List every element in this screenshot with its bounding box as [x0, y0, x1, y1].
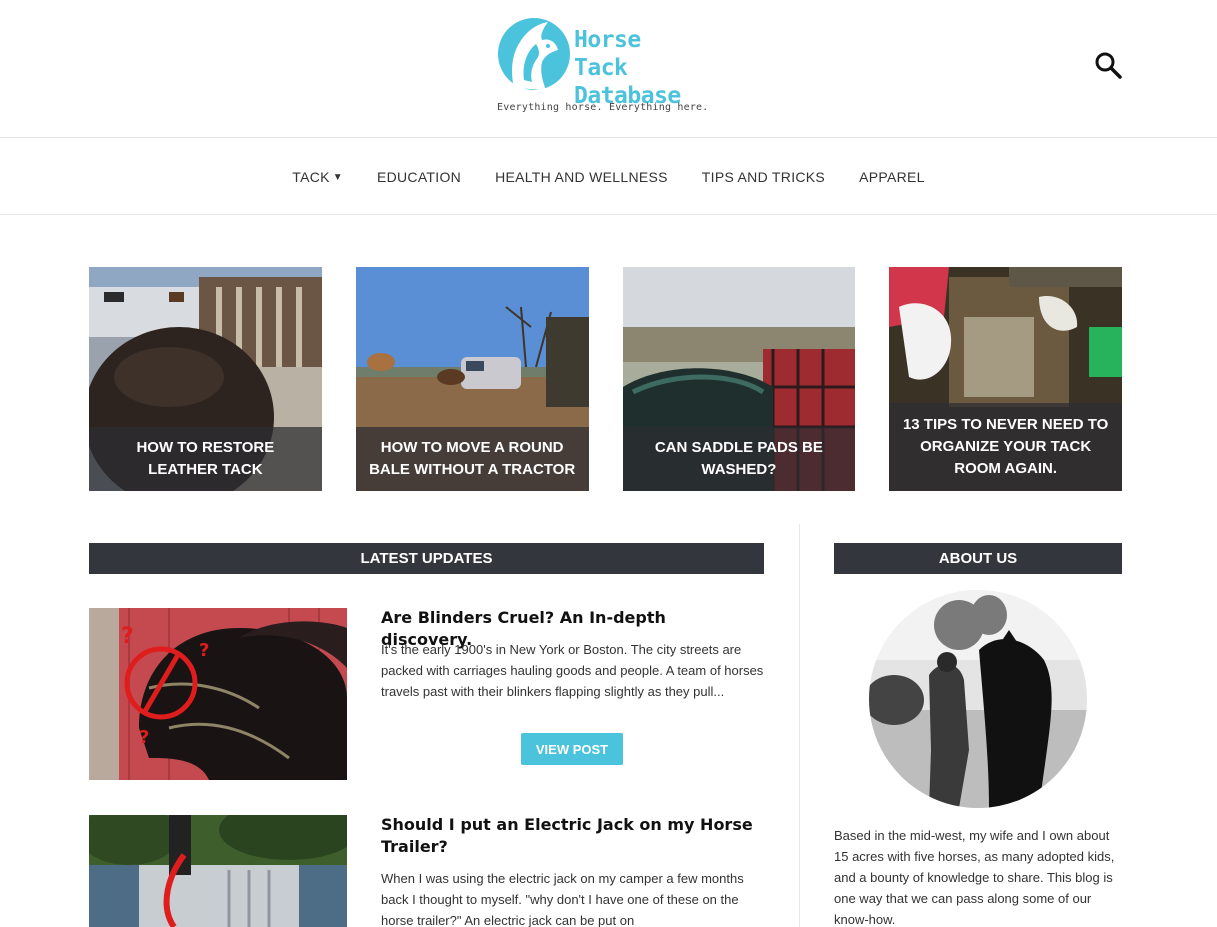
post-image-electric-jack [89, 815, 347, 927]
post-excerpt: It's the early 1900's in New York or Bos… [381, 642, 764, 699]
post-thumbnail-electric-jack[interactable] [89, 815, 347, 927]
featured-posts: HOW TO RESTORE LEATHER TACK HOW TO MOVE … [89, 267, 1122, 491]
latest-updates-heading: LATEST UPDATES [89, 543, 764, 574]
post-title[interactable]: Should I put an Electric Jack on my Hors… [381, 814, 761, 858]
search-button[interactable] [1093, 50, 1123, 80]
card-title: HOW TO RESTORE LEATHER TACK [89, 427, 322, 491]
horse-head-icon [498, 18, 570, 90]
main-nav: TACK ▼ EDUCATION HEALTH AND WELLNESS TIP… [0, 139, 1217, 215]
about-us-heading: ABOUT US [834, 543, 1122, 574]
nav-item-label: TACK [292, 169, 330, 185]
post-excerpt: When I was using the electric jack on my… [381, 871, 744, 927]
nav-item-label: TIPS AND TRICKS [701, 169, 826, 185]
nav-item-tips-and-tricks[interactable]: TIPS AND TRICKS [702, 169, 825, 185]
logo-title-line1: Horse Tack [574, 27, 641, 81]
post-image-blinders: ? ? ? [89, 608, 347, 780]
nav-item-health-and-wellness[interactable]: HEALTH AND WELLNESS [495, 169, 668, 185]
column-divider [799, 524, 800, 927]
svg-text:?: ? [139, 727, 149, 748]
about-text: Based in the mid-west, my wife and I own… [834, 828, 1115, 927]
card-title: CAN SADDLE PADS BE WASHED? [622, 427, 856, 491]
view-post-button[interactable]: VIEW POST [521, 733, 623, 765]
nav-item-tack[interactable]: TACK ▼ [292, 169, 343, 185]
featured-card[interactable]: HOW TO MOVE A ROUND BALE WITHOUT A TRACT… [355, 267, 589, 491]
about-image-man-with-horse [869, 590, 1087, 808]
nav-item-education[interactable]: EDUCATION [377, 169, 461, 185]
featured-card[interactable]: 13 TIPS TO NEVER NEED TO ORGANIZE YOUR T… [889, 267, 1122, 491]
svg-text:?: ? [121, 624, 134, 649]
featured-card[interactable]: CAN SADDLE PADS BE WASHED? [622, 267, 856, 491]
logo-title: Horse Tack Database [574, 26, 706, 110]
svg-text:?: ? [199, 640, 209, 661]
nav-item-apparel[interactable]: APPAREL [859, 169, 925, 185]
caret-down-icon: ▼ [332, 171, 343, 183]
nav-item-label: HEALTH AND WELLNESS [495, 169, 668, 185]
card-title: HOW TO MOVE A ROUND BALE WITHOUT A TRACT… [355, 427, 589, 491]
site-header: Horse Tack Database Everything horse. Ev… [0, 0, 1217, 138]
featured-card[interactable]: HOW TO RESTORE LEATHER TACK [89, 267, 322, 491]
nav-item-label: APPAREL [859, 169, 925, 185]
site-tagline: Everything horse. Everything here. [497, 102, 709, 113]
post-thumbnail-blinders[interactable]: ? ? ? [89, 608, 347, 780]
site-logo[interactable]: Horse Tack Database Everything horse. Ev… [496, 10, 709, 120]
about-photo [869, 590, 1087, 808]
nav-item-label: EDUCATION [376, 169, 462, 185]
search-icon [1095, 52, 1122, 79]
card-title: 13 TIPS TO NEVER NEED TO ORGANIZE YOUR T… [889, 403, 1122, 491]
